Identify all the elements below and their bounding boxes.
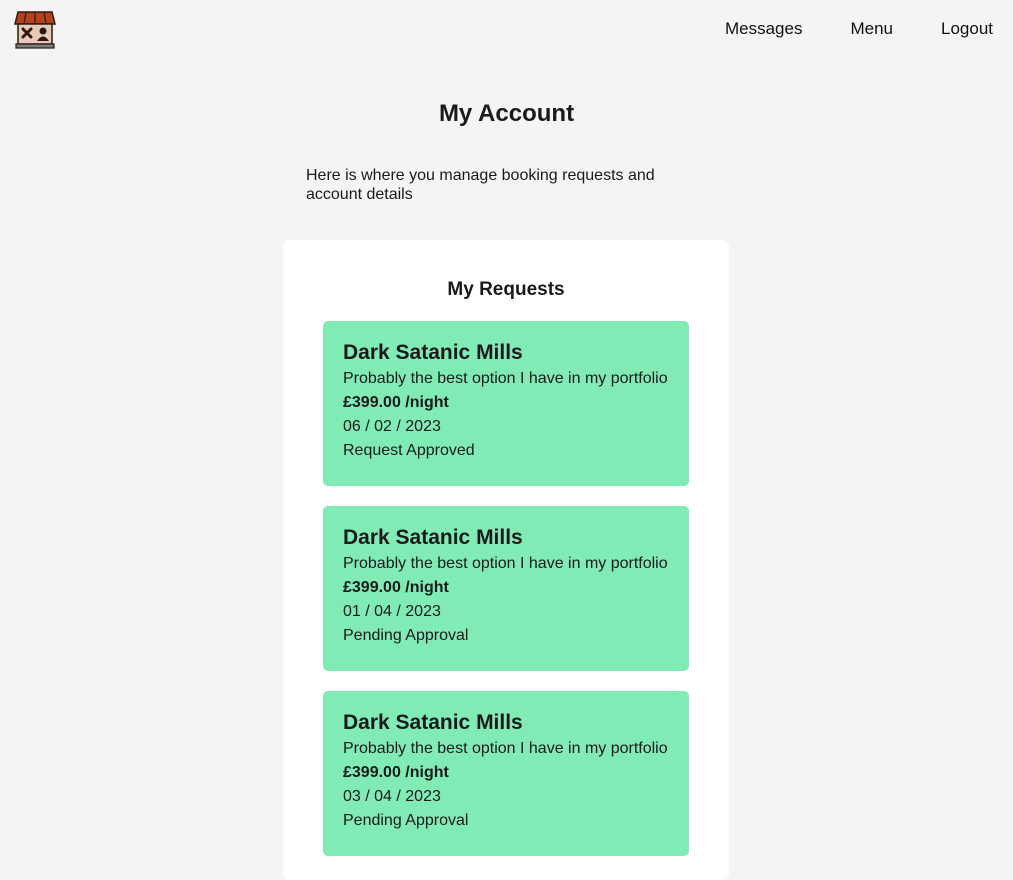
- request-status: Request Approved: [343, 442, 475, 459]
- request-property-name: Dark Satanic Mills: [343, 341, 523, 364]
- nav-messages-link[interactable]: Messages: [725, 19, 802, 39]
- page-title: My Account: [438, 100, 575, 127]
- request-price: £399.00 /night: [343, 764, 449, 781]
- request-card[interactable]: Dark Satanic Mills Probably the best opt…: [323, 321, 689, 486]
- requests-panel-title: My Requests: [447, 279, 565, 300]
- request-description: Probably the best option I have in my po…: [343, 740, 668, 757]
- storefront-logo-icon[interactable]: [14, 8, 56, 50]
- request-status: Pending Approval: [343, 627, 469, 644]
- request-date: 06 / 02 / 2023: [343, 418, 441, 435]
- request-property-name: Dark Satanic Mills: [343, 711, 523, 734]
- nav-links: Messages Menu Logout: [725, 19, 993, 39]
- request-property-name: Dark Satanic Mills: [343, 526, 523, 549]
- request-card[interactable]: Dark Satanic Mills Probably the best opt…: [323, 691, 689, 856]
- top-navbar: Messages Menu Logout: [0, 0, 1013, 58]
- page-intro-text: Here is where you manage booking request…: [306, 167, 655, 203]
- request-date: 01 / 04 / 2023: [343, 603, 441, 620]
- request-description: Probably the best option I have in my po…: [343, 370, 668, 387]
- request-price: £399.00 /night: [343, 394, 449, 411]
- request-price: £399.00 /night: [343, 579, 449, 596]
- request-status: Pending Approval: [343, 812, 469, 829]
- request-card[interactable]: Dark Satanic Mills Probably the best opt…: [323, 506, 689, 671]
- nav-menu-link[interactable]: Menu: [850, 19, 893, 39]
- request-description: Probably the best option I have in my po…: [343, 555, 668, 572]
- requests-panel: My Requests Dark Satanic Mills Probably …: [283, 240, 729, 880]
- nav-logout-link[interactable]: Logout: [941, 19, 993, 39]
- request-date: 03 / 04 / 2023: [343, 788, 441, 805]
